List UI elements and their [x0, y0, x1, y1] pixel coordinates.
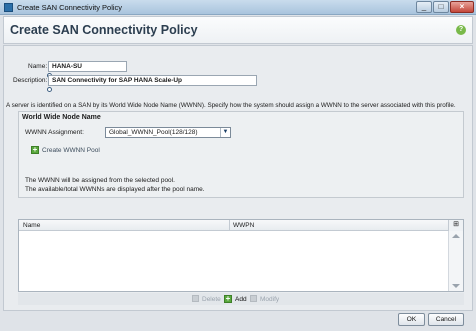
form-content: Name: HANA-SU Description: SAN Connectiv… [3, 45, 473, 311]
maximize-button[interactable]: □ [433, 1, 449, 13]
ok-button[interactable]: OK [398, 313, 425, 326]
page-title: Create SAN Connectivity Policy [10, 23, 198, 37]
wwnn-assignment-select[interactable]: Global_WWNN_Pool(128/128) ▼ [105, 127, 231, 138]
description-label: Description: [13, 77, 48, 84]
name-field[interactable]: HANA-SU [48, 61, 127, 72]
wwnn-assignment-label: WWNN Assignment: [25, 129, 84, 136]
description-field[interactable]: SAN Connectivity for SAP HANA Scale-Up [48, 75, 257, 86]
dialog-body: Create SAN Connectivity Policy ? Name: H… [0, 15, 476, 331]
help-icon[interactable]: ? [456, 25, 466, 35]
cancel-button[interactable]: Cancel [428, 313, 464, 326]
window-title: Create SAN Connectivity Policy [17, 3, 123, 12]
app-icon [4, 3, 13, 12]
scroll-up-icon[interactable] [452, 234, 460, 238]
table-scrollbar[interactable] [448, 231, 463, 291]
wwnn-group-title: World Wide Node Name [22, 114, 101, 121]
delete-icon [192, 295, 199, 302]
scroll-down-icon[interactable] [452, 284, 460, 288]
modify-button[interactable]: Modify [260, 296, 279, 303]
wwnn-note-line1: The WWNN will be assigned from the selec… [25, 177, 175, 184]
minimize-button[interactable]: _ [416, 1, 432, 13]
wwnn-help-text: A server is identified on a SAN by its W… [6, 102, 456, 109]
add-icon[interactable]: + [224, 295, 232, 303]
close-button[interactable]: × [450, 1, 474, 13]
column-header-name[interactable]: Name [23, 222, 40, 229]
delete-button[interactable]: Delete [202, 296, 221, 303]
window-titlebar: Create SAN Connectivity Policy _ □ × [0, 0, 476, 15]
dialog-footer: OK Cancel [3, 311, 473, 329]
wwnn-note-line2: The available/total WWNNs are displayed … [25, 186, 205, 193]
name-label: Name: [28, 63, 48, 70]
add-button[interactable]: Add [235, 296, 247, 303]
create-wwnn-pool-link[interactable]: Create WWNN Pool [42, 147, 100, 154]
vhba-table: Name WWPN ⊞ [18, 219, 464, 292]
table-toolbar: Delete + Add Modify [18, 293, 464, 305]
chevron-down-icon[interactable]: ▼ [220, 128, 230, 137]
column-header-wwpn[interactable]: WWPN [233, 222, 254, 229]
column-divider[interactable] [229, 220, 230, 231]
column-chooser-icon[interactable]: ⊞ [448, 220, 463, 231]
wwnn-group: World Wide Node Name WWNN Assignment: Gl… [18, 111, 464, 198]
plus-icon[interactable]: + [31, 146, 39, 154]
table-header: Name WWPN [19, 220, 449, 231]
modify-icon [250, 295, 257, 302]
wwnn-assignment-value: Global_WWNN_Pool(128/128) [109, 129, 198, 136]
description-info-icon[interactable] [47, 87, 52, 92]
dialog-header: Create SAN Connectivity Policy ? [3, 16, 473, 44]
